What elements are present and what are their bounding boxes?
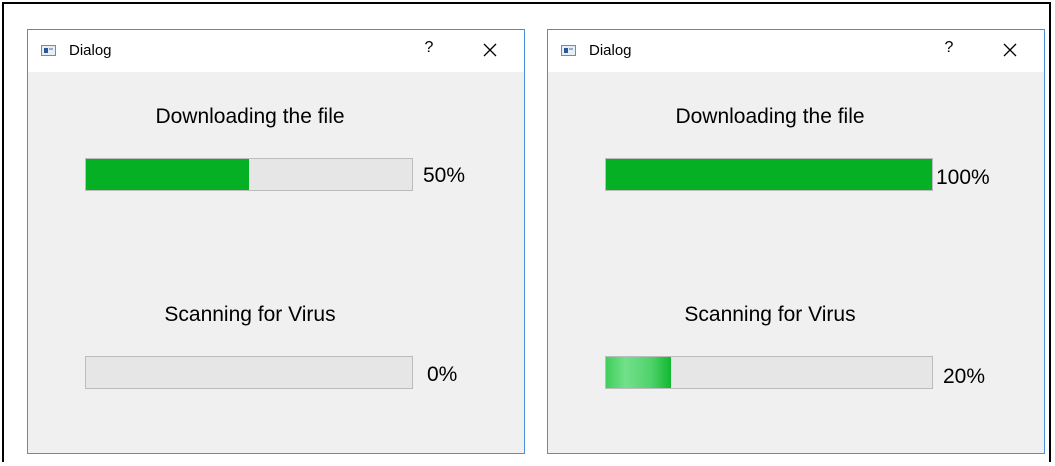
window-title: Dialog: [589, 42, 632, 59]
scan-percent: 0%: [427, 363, 458, 386]
scan-progress-bar: [605, 356, 933, 389]
scan-percent: 20%: [943, 365, 986, 388]
window-app-icon: [561, 45, 576, 56]
scan-progress-bar: [85, 356, 413, 389]
title-bar[interactable]: Dialog ?: [548, 30, 1044, 72]
scan-label: Scanning for Virus: [684, 303, 856, 326]
close-button[interactable]: [478, 38, 502, 62]
download-progress-bar: [605, 158, 933, 191]
download-percent: 100%: [936, 166, 990, 189]
window-app-icon: [41, 45, 56, 56]
download-progress-bar: [85, 158, 413, 191]
help-button[interactable]: ?: [421, 39, 437, 61]
title-bar[interactable]: Dialog ?: [28, 30, 524, 72]
dialog-window-left: Dialog ? Downloading the file 50% Scanni…: [27, 29, 525, 454]
dialog-window-right: Dialog ? Downloading the file 100% Scann…: [547, 29, 1045, 454]
close-icon: [1003, 43, 1017, 57]
scan-label: Scanning for Virus: [164, 303, 336, 326]
close-button[interactable]: [998, 38, 1022, 62]
screenshot-frame: Dialog ? Downloading the file 50% Scanni…: [2, 2, 1051, 462]
scan-progress-fill: [606, 357, 672, 388]
download-progress-fill: [86, 159, 249, 190]
download-label: Downloading the file: [155, 105, 345, 128]
close-icon: [483, 43, 497, 57]
download-percent: 50%: [423, 164, 466, 187]
help-button[interactable]: ?: [941, 39, 957, 61]
download-progress-fill: [606, 159, 932, 190]
window-title: Dialog: [69, 42, 112, 59]
download-label: Downloading the file: [675, 105, 865, 128]
